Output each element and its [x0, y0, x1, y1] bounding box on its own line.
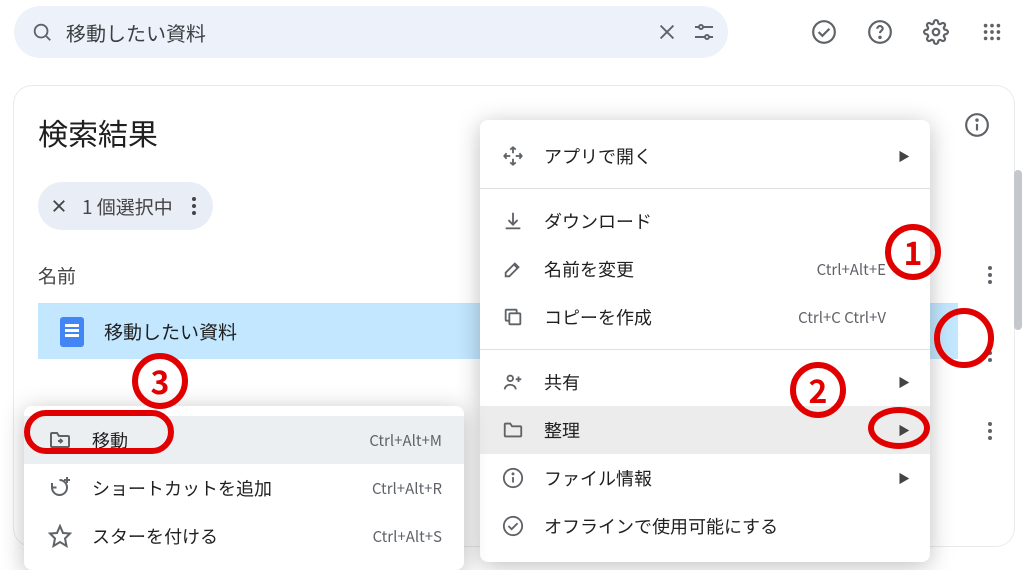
menu-label: アプリで開く: [544, 143, 652, 169]
context-menu: アプリで開く ▶ ダウンロード 名前を変更 Ctrl+Alt+E コピーを作成 …: [480, 120, 930, 562]
star-icon: [48, 524, 72, 548]
selection-more-icon[interactable]: [191, 196, 197, 216]
menu-label: ファイル情報: [544, 465, 652, 491]
help-icon[interactable]: [858, 10, 902, 54]
scrollbar[interactable]: [1014, 170, 1022, 330]
chevron-right-icon: ▶: [898, 470, 910, 487]
submenu-label: スターを付ける: [92, 523, 218, 549]
menu-separator: [480, 188, 930, 189]
search-input[interactable]: 移動したい資料: [58, 18, 656, 47]
annotation-number: 3: [132, 353, 188, 409]
submenu-shortcut: Ctrl+Alt+R: [372, 478, 442, 499]
row-overflow-icon[interactable]: [988, 260, 992, 290]
info-icon: [502, 467, 524, 489]
selection-count: 1 個選択中: [82, 193, 173, 220]
annotation-number: 1: [885, 224, 941, 280]
menu-share[interactable]: 共有 ▶: [480, 358, 930, 406]
search-options-icon[interactable]: [692, 20, 716, 44]
open-with-icon: [502, 145, 524, 167]
menu-separator: [480, 349, 930, 350]
menu-shortcut: Ctrl+C Ctrl+V: [798, 307, 886, 328]
rename-icon: [502, 258, 524, 280]
offline-icon: [502, 515, 524, 537]
annotation-circle: [934, 308, 994, 368]
submenu-shortcut: Ctrl+Alt+S: [373, 526, 442, 547]
apps-grid-icon[interactable]: [970, 10, 1014, 54]
settings-icon[interactable]: [914, 10, 958, 54]
submenu-star[interactable]: スターを付ける Ctrl+Alt+S: [24, 512, 464, 560]
add-shortcut-icon: [48, 476, 72, 500]
offline-status-icon[interactable]: [802, 10, 846, 54]
chevron-right-icon: ▶: [898, 374, 910, 391]
clear-selection-icon[interactable]: [50, 197, 68, 215]
menu-rename[interactable]: 名前を変更 Ctrl+Alt+E: [480, 245, 930, 293]
menu-organize[interactable]: 整理 ▶: [480, 406, 930, 454]
copy-icon: [502, 306, 524, 328]
clear-search-icon[interactable]: [656, 21, 678, 43]
annotation-number: 2: [790, 362, 846, 418]
docs-file-icon: [60, 317, 84, 347]
submenu-add-shortcut[interactable]: ショートカットを追加 Ctrl+Alt+R: [24, 464, 464, 512]
info-icon[interactable]: [964, 112, 992, 140]
menu-download[interactable]: ダウンロード: [480, 197, 930, 245]
menu-file-info[interactable]: ファイル情報 ▶: [480, 454, 930, 502]
menu-label: 整理: [544, 417, 580, 443]
search-bar[interactable]: 移動したい資料: [14, 6, 728, 58]
row-overflow-icon[interactable]: [988, 416, 992, 446]
menu-label: 名前を変更: [544, 256, 634, 282]
menu-label: オフラインで使用可能にする: [544, 513, 778, 539]
download-icon: [502, 210, 524, 232]
submenu-label: ショートカットを追加: [92, 475, 272, 501]
menu-shortcut: Ctrl+Alt+E: [817, 259, 886, 280]
chevron-right-icon: ▶: [898, 148, 910, 165]
menu-label: 共有: [544, 369, 580, 395]
folder-icon: [502, 419, 524, 441]
menu-label: ダウンロード: [544, 208, 652, 234]
submenu-shortcut: Ctrl+Alt+M: [369, 430, 442, 451]
menu-open-with[interactable]: アプリで開く ▶: [480, 132, 930, 180]
search-icon: [26, 21, 58, 43]
selection-chip: 1 個選択中: [38, 182, 213, 230]
menu-label: コピーを作成: [544, 304, 652, 330]
top-right-actions: [802, 10, 1014, 54]
file-name: 移動したい資料: [104, 318, 237, 345]
menu-offline[interactable]: オフラインで使用可能にする: [480, 502, 930, 550]
menu-make-copy[interactable]: コピーを作成 Ctrl+C Ctrl+V: [480, 293, 930, 341]
annotation-ellipse: [24, 410, 174, 454]
share-icon: [502, 371, 524, 393]
annotation-circle: [868, 407, 930, 449]
